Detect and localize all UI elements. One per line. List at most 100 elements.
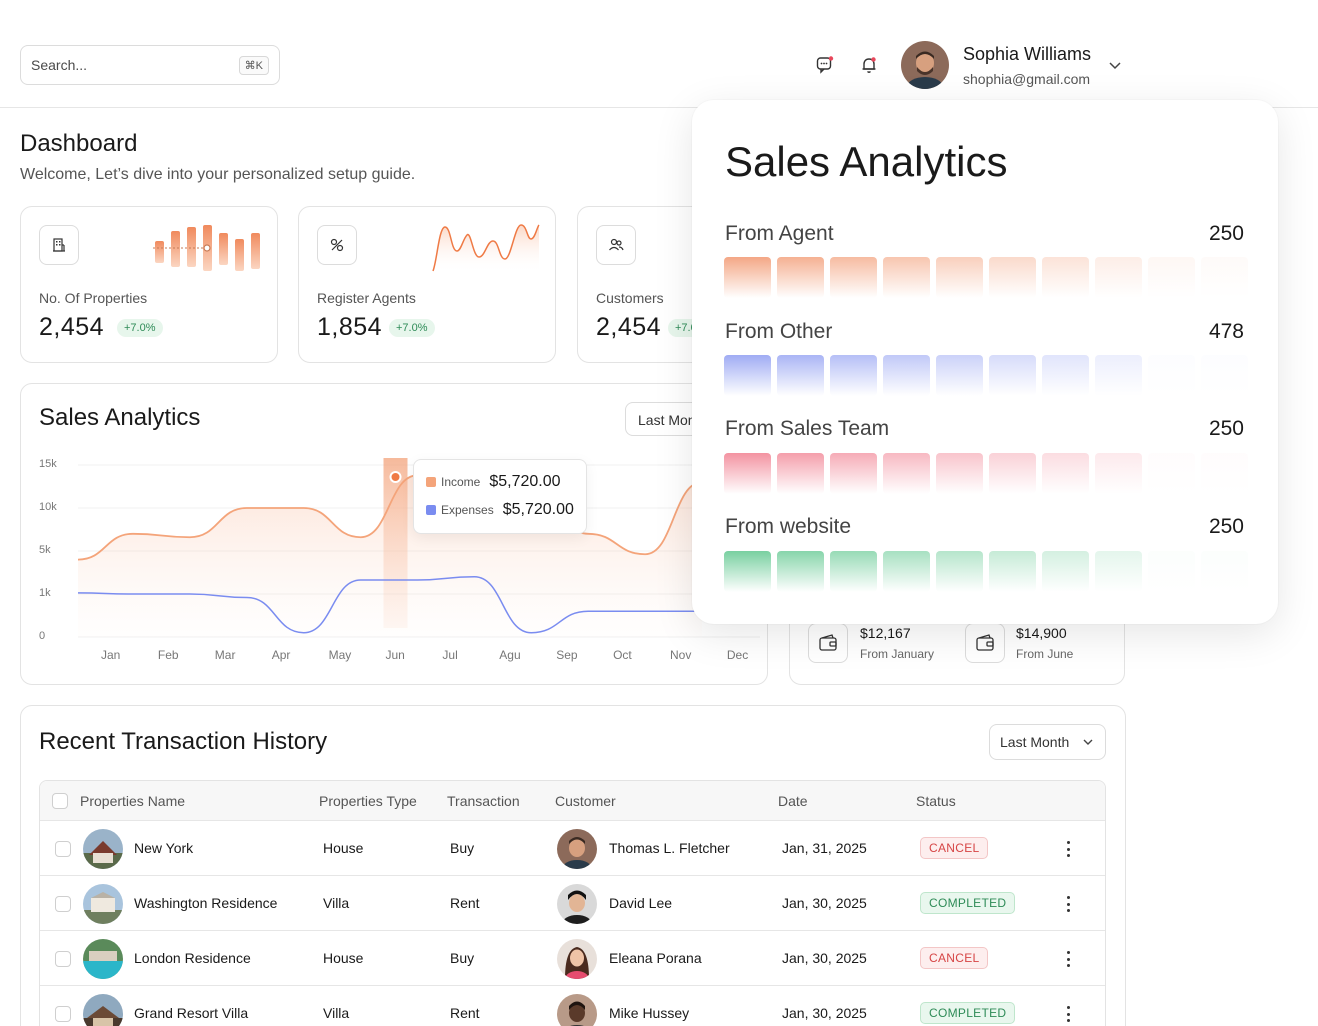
source-bar-segment xyxy=(830,453,877,494)
source-bar-segment xyxy=(724,453,771,494)
source-bar-segment xyxy=(777,257,824,298)
status-badge: CANCEL xyxy=(920,947,989,969)
transaction-date: Jan, 31, 2025 xyxy=(782,840,867,856)
source-label: From Agent xyxy=(725,222,834,245)
chevron-down-icon xyxy=(1083,739,1093,745)
more-options-icon[interactable] xyxy=(1062,1004,1074,1024)
source-bar-segment xyxy=(936,355,983,396)
property-type: Villa xyxy=(323,895,350,911)
source-bar-segment xyxy=(1042,355,1089,396)
customer-avatar xyxy=(557,884,597,924)
source-bar-segment xyxy=(1042,551,1089,592)
source-bar-segment xyxy=(883,551,930,592)
more-options-icon[interactable] xyxy=(1062,949,1074,969)
transaction-date: Jan, 30, 2025 xyxy=(782,895,867,911)
property-thumbnail xyxy=(83,884,123,924)
customer-avatar xyxy=(557,829,597,869)
tooltip-expenses-label: Expenses xyxy=(441,503,494,517)
source-bar-segment xyxy=(830,355,877,396)
row-checkbox[interactable] xyxy=(55,951,71,967)
table-row[interactable]: London Residence House Buy Eleana Porana… xyxy=(40,931,1105,986)
property-type: House xyxy=(323,840,364,856)
property-type: House xyxy=(323,950,364,966)
table-row[interactable]: Washington Residence Villa Rent David Le… xyxy=(40,876,1105,931)
column-header[interactable]: Transaction xyxy=(447,793,520,809)
summary-value: $14,900 xyxy=(1016,625,1067,641)
transactions-title: Recent Transaction History xyxy=(39,728,328,755)
source-bar-segment xyxy=(883,355,930,396)
source-bar-segment xyxy=(830,551,877,592)
chart-tooltip: Income $5,720.00 Expenses $5,720.00 xyxy=(413,459,587,534)
source-label: From website xyxy=(725,515,852,538)
property-name: New York xyxy=(134,840,194,856)
source-bar-segment xyxy=(1042,453,1089,494)
source-bar-segment xyxy=(777,453,824,494)
source-bar-segment xyxy=(883,453,930,494)
transaction-type: Rent xyxy=(450,895,480,911)
customer-avatar xyxy=(557,994,597,1026)
source-bar-segment xyxy=(989,551,1036,592)
source-bar-segment xyxy=(989,453,1036,494)
property-thumbnail xyxy=(83,829,123,869)
source-bar xyxy=(724,355,1254,396)
status-badge: CANCEL xyxy=(920,837,989,859)
transaction-date: Jan, 30, 2025 xyxy=(782,950,867,966)
more-options-icon[interactable] xyxy=(1062,894,1074,914)
sales-analytics-popup: Sales Analytics From Agent 250 From Othe… xyxy=(692,100,1278,624)
source-bar-segment xyxy=(724,257,771,298)
source-bar-segment xyxy=(1095,355,1142,396)
source-bar-segment xyxy=(777,355,824,396)
source-value: 250 xyxy=(1208,222,1244,245)
property-name: Washington Residence xyxy=(134,895,278,911)
status-badge: COMPLETED xyxy=(920,892,1016,914)
source-bar xyxy=(724,257,1254,298)
column-header[interactable]: Properties Name xyxy=(80,793,185,809)
source-bar xyxy=(724,551,1254,592)
expenses-swatch xyxy=(426,505,436,515)
row-checkbox[interactable] xyxy=(55,1006,71,1022)
table-row[interactable]: New York House Buy Thomas L. Fletcher Ja… xyxy=(40,821,1105,876)
row-checkbox[interactable] xyxy=(55,841,71,857)
income-swatch xyxy=(426,477,436,487)
select-value: Last Month xyxy=(1000,734,1070,750)
customer-name: Eleana Porana xyxy=(609,950,702,966)
source-bar-segment xyxy=(989,355,1036,396)
column-header[interactable]: Status xyxy=(916,793,956,809)
table-row[interactable]: Grand Resort Villa Villa Rent Mike Husse… xyxy=(40,986,1105,1026)
wallet-icon xyxy=(965,623,1005,663)
property-type: Villa xyxy=(323,1005,350,1021)
source-bar-segment xyxy=(1095,257,1142,298)
source-value: 250 xyxy=(1208,515,1244,538)
source-value: 250 xyxy=(1208,417,1244,440)
transaction-date: Jan, 30, 2025 xyxy=(782,1005,867,1021)
source-bar-segment xyxy=(830,257,877,298)
more-options-icon[interactable] xyxy=(1062,839,1074,859)
select-all-checkbox[interactable] xyxy=(52,793,68,809)
tooltip-income-value: $5,720.00 xyxy=(489,473,561,490)
column-header[interactable]: Properties Type xyxy=(319,793,417,809)
transactions-table: Properties Name Properties Type Transact… xyxy=(39,780,1106,1026)
source-bar-segment xyxy=(1095,453,1142,494)
transactions-period-select[interactable]: Last Month xyxy=(989,724,1106,760)
row-checkbox[interactable] xyxy=(55,896,71,912)
property-thumbnail xyxy=(83,994,123,1026)
source-bar-segment xyxy=(883,257,930,298)
column-header[interactable]: Customer xyxy=(555,793,616,809)
source-bar-segment xyxy=(1095,551,1142,592)
property-name: Grand Resort Villa xyxy=(134,1005,249,1021)
source-bar-segment xyxy=(1148,257,1195,298)
source-label: From Sales Team xyxy=(725,417,890,440)
source-value: 478 xyxy=(1208,320,1244,343)
summary-subtitle: From January xyxy=(860,647,935,661)
transaction-type: Buy xyxy=(450,840,475,856)
source-bar-segment xyxy=(1201,551,1248,592)
source-bar-segment xyxy=(989,257,1036,298)
customer-avatar xyxy=(557,939,597,979)
source-bar-segment xyxy=(1201,355,1248,396)
source-bar-segment xyxy=(1148,551,1195,592)
source-bar-segment xyxy=(1148,355,1195,396)
customer-name: Mike Hussey xyxy=(609,1005,690,1021)
summary-subtitle: From June xyxy=(1016,647,1074,661)
column-header[interactable]: Date xyxy=(778,793,808,809)
customer-name: Thomas L. Fletcher xyxy=(609,840,730,856)
